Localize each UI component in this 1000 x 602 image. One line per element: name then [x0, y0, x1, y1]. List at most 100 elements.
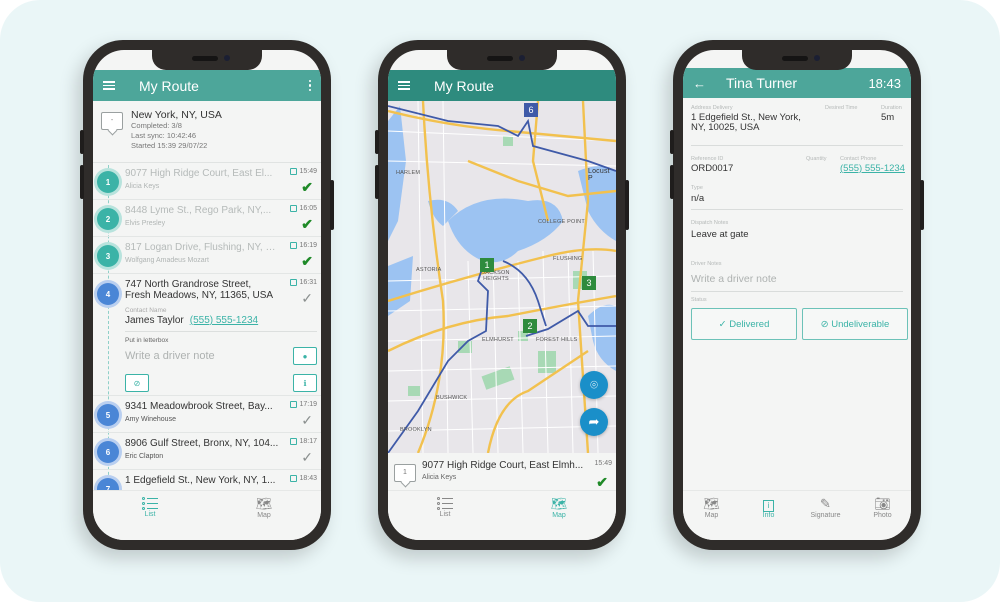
nav-label: Map — [704, 512, 719, 519]
page-title: My Route — [139, 77, 199, 94]
stop-number-badge: 7 — [97, 478, 119, 490]
stop-time: 18:17 — [299, 438, 317, 445]
recenter-focus-icon: ⌾ — [590, 377, 598, 392]
map-marker[interactable]: 3 — [582, 276, 596, 290]
stop-number-badge: 1 — [97, 171, 119, 193]
navigate-button[interactable]: ➦ — [580, 408, 608, 436]
contact-phone-link[interactable]: (555) 555-1234 — [840, 164, 905, 174]
map-marker[interactable]: 6 — [524, 103, 538, 117]
stop-list-item[interactable]: 1 9077 High Ridge Court, East El... Alic… — [93, 163, 321, 200]
block-icon: ⊘ — [133, 378, 141, 388]
contact-name: James Taylor — [125, 315, 184, 326]
info-button[interactable]: ℹ — [293, 374, 317, 392]
dispatch-notes-value: Leave at gate — [691, 229, 749, 240]
map-label: FOREST HILLS — [536, 337, 578, 343]
notch — [152, 50, 262, 70]
side-button — [920, 180, 924, 230]
driver-note-input[interactable]: Write a driver note — [125, 350, 215, 362]
stop-person: Elvis Presley — [125, 220, 166, 227]
stop-list-item[interactable]: 5 9341 Meadowbrook Street, Bay... Amy Wi… — [93, 396, 321, 433]
route-map[interactable]: HARLEM ASTORIA JACKSON HEIGHTS COLLEGE P… — [388, 101, 616, 453]
stop-list-item-expanded[interactable]: 4 747 North Grandrose Street, Fresh Mead… — [93, 274, 321, 396]
stop-list-item[interactable]: 7 1 Edgefield St., New York, NY, 1... 18… — [93, 470, 321, 490]
map-icon: 🗺 — [703, 496, 720, 511]
page-title: My Route — [434, 77, 494, 94]
stop-person: Eric Clapton — [125, 453, 164, 460]
stop-list-item[interactable]: 3 817 Logan Drive, Flushing, NY, 11... W… — [93, 237, 321, 274]
stop-address: 8448 Lyme St., Rego Park, NY,... — [125, 205, 272, 216]
contact-phone-label: Contact Phone — [840, 156, 877, 162]
app-bar: ← Tina Turner 18:43 — [683, 68, 911, 98]
check-done-icon: ✔ — [301, 253, 313, 269]
stop-list-item[interactable]: 6 8906 Gulf Street, Bronx, NY, 104... Er… — [93, 433, 321, 470]
nav-signature[interactable]: ✎ Signature — [797, 496, 854, 540]
nav-label: Signature — [810, 512, 841, 519]
more-vertical-icon[interactable] — [308, 79, 311, 92]
arrow-back-icon[interactable]: ← — [693, 76, 706, 91]
stop-number-icon: 1 — [394, 464, 416, 482]
dispatch-notes-label: Dispatch Notes — [691, 220, 729, 226]
stop-time: 16:31 — [299, 279, 317, 286]
nav-info[interactable]: i Info — [740, 496, 797, 540]
chat-button[interactable]: ● — [293, 347, 317, 365]
desired-time-label: Desired Time — [825, 105, 858, 111]
stop-number-badge: 4 — [97, 283, 119, 305]
stop-list-item[interactable]: 2 8448 Lyme St., Rego Park, NY,... Elvis… — [93, 200, 321, 237]
stop-person: Wolfgang Amadeus Mozart — [125, 257, 209, 264]
calendar-icon — [290, 168, 298, 175]
undeliverable-button[interactable]: ⊘ Undeliverable — [802, 308, 908, 340]
side-button — [375, 130, 379, 154]
reference-value: ORD0017 — [691, 163, 734, 174]
camera-icon: 📷︎ — [874, 496, 891, 511]
recenter-button[interactable]: ⌾ — [580, 371, 608, 399]
map-label: COLLEGE POINT — [538, 219, 585, 225]
map-label: BROOKLYN — [400, 427, 432, 433]
notch — [447, 50, 557, 70]
driver-notes-input[interactable]: Write a driver note — [691, 274, 777, 285]
contact-phone-link[interactable]: (555) 555-1234 — [190, 315, 258, 326]
phone-stop-detail-view: ← Tina Turner 18:43 Address Delivery 1 E… — [670, 40, 924, 550]
check-pending-icon[interactable]: ✓ — [301, 291, 313, 305]
stop-time: 15:49 — [299, 168, 317, 175]
nav-label: Map — [552, 512, 566, 519]
address-line2: NY, 10025, USA — [691, 122, 760, 133]
check-pending-icon[interactable]: ✓ — [301, 413, 313, 427]
app-bar: My Route — [93, 70, 321, 101]
calendar-icon — [290, 279, 298, 286]
check-done-icon: ✔ — [301, 216, 313, 232]
map-marker[interactable]: 2 — [523, 319, 537, 333]
delivered-button[interactable]: ✓ Delivered — [691, 308, 797, 340]
side-button — [670, 165, 674, 199]
message-icon: - — [101, 112, 123, 130]
nav-list[interactable]: List — [93, 496, 207, 540]
stop-time: 16:05 — [299, 205, 317, 212]
hamburger-menu-icon[interactable] — [103, 81, 115, 90]
undeliverable-button[interactable]: ⊘ — [125, 374, 149, 392]
map-icon: 🗺 — [550, 496, 568, 511]
stop-number-badge: 3 — [97, 245, 119, 267]
reference-label: Reference ID — [691, 156, 724, 162]
nav-map[interactable]: 🗺 Map — [207, 496, 321, 540]
nav-map[interactable]: 🗺 Map — [683, 496, 740, 540]
nav-list[interactable]: List — [388, 496, 502, 540]
list-icon — [437, 497, 453, 511]
side-button — [670, 130, 674, 154]
divider — [691, 145, 903, 146]
duration-label: Duration — [881, 105, 902, 111]
nav-label: List — [439, 511, 451, 518]
side-button — [375, 165, 379, 199]
route-summary[interactable]: - New York, NY, USA Completed: 3/8 Last … — [93, 101, 321, 163]
map-marker[interactable]: 1 — [480, 258, 494, 272]
contact-name-label: Contact Name — [125, 307, 167, 314]
nav-label: Photo — [873, 512, 892, 519]
status-label: Status — [691, 297, 707, 303]
nav-photo[interactable]: 📷︎ Photo — [854, 496, 911, 540]
hamburger-menu-icon[interactable] — [398, 81, 410, 90]
check-pending-icon[interactable]: ✓ — [301, 450, 313, 464]
side-button — [330, 180, 334, 230]
check-done-icon: ✔ — [596, 474, 608, 490]
map-label: Locust P — [588, 168, 610, 182]
stop-time: 18:43 — [299, 475, 317, 482]
nav-map[interactable]: 🗺 Map — [502, 496, 616, 540]
nav-label: List — [144, 511, 156, 518]
